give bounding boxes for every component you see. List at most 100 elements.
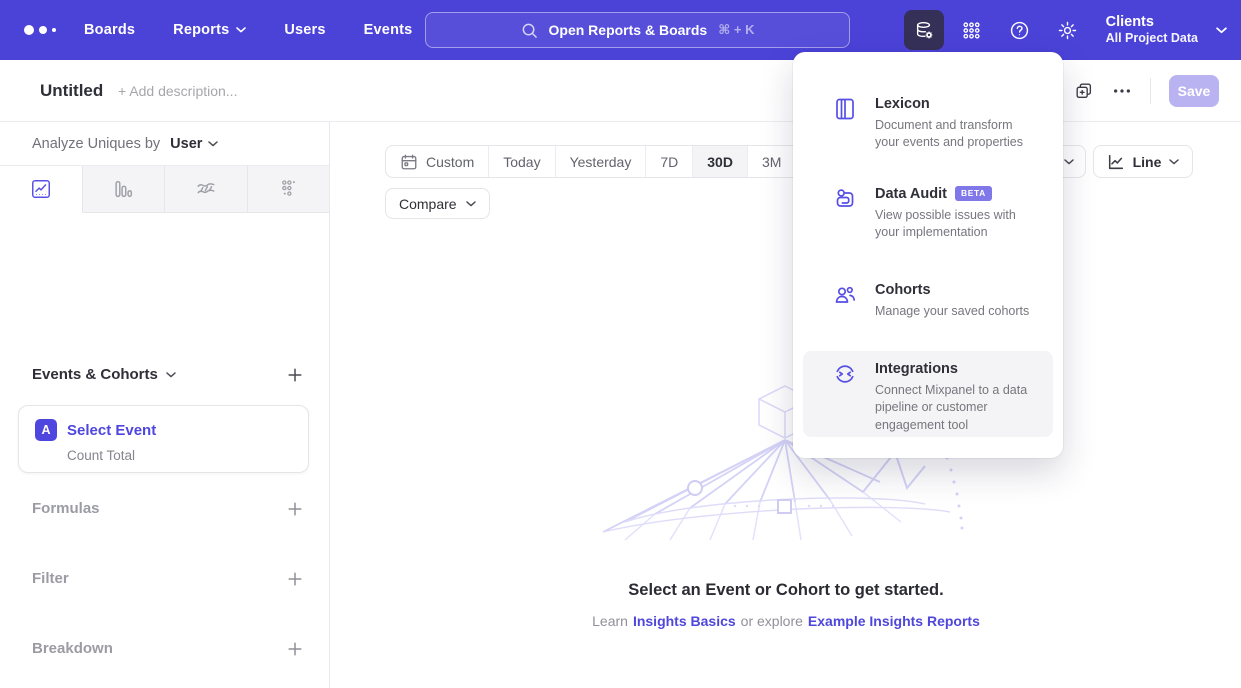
plus-icon	[287, 367, 303, 383]
save-button[interactable]: Save	[1169, 75, 1219, 107]
chevron-down-icon[interactable]	[166, 372, 176, 378]
help-icon	[1009, 20, 1030, 41]
help-button[interactable]	[1000, 10, 1040, 50]
bar-chart-icon	[112, 178, 134, 200]
search-icon	[521, 22, 538, 39]
insights-basics-link[interactable]: Insights Basics	[633, 613, 736, 629]
date-range-yesterday[interactable]: Yesterday	[556, 146, 647, 177]
filter-label: Filter	[32, 570, 69, 587]
query-builder-sidebar: Analyze Uniques by User	[0, 122, 330, 688]
add-event-button[interactable]	[287, 367, 303, 383]
add-breakdown-button[interactable]	[287, 641, 303, 657]
settings-button[interactable]	[1048, 10, 1088, 50]
nav-item-reports[interactable]: Reports	[173, 22, 246, 38]
learn-prefix: Learn	[592, 613, 628, 629]
add-formula-button[interactable]	[287, 501, 303, 517]
date-range-30d[interactable]: 30D	[693, 146, 748, 177]
nav-item-events[interactable]: Events	[364, 22, 413, 38]
plus-icon	[287, 571, 303, 587]
menu-item-integrations[interactable]: Integrations Connect Mixpanel to a data …	[803, 351, 1053, 437]
add-filter-button[interactable]	[287, 571, 303, 587]
data-audit-icon	[833, 187, 857, 211]
chevron-down-icon	[1216, 27, 1227, 34]
or-explore-text: or explore	[741, 613, 803, 629]
plus-icon	[287, 641, 303, 657]
date-range-7d[interactable]: 7D	[646, 146, 693, 177]
menu-item-data-audit[interactable]: Data Audit BETA View possible issues wit…	[803, 176, 1053, 252]
search-shortcut: ⌘ + K	[718, 22, 754, 38]
copy-plus-icon	[1074, 81, 1094, 101]
event-letter-badge: A	[35, 419, 57, 441]
duplicate-button[interactable]	[1074, 81, 1094, 101]
compare-dropdown[interactable]: Compare	[385, 188, 490, 219]
project-data-scope: All Project Data	[1106, 31, 1198, 47]
stacked-flow-icon	[195, 178, 217, 200]
events-cohorts-title: Events & Cohorts	[32, 366, 158, 383]
tab-line-chart[interactable]	[0, 166, 83, 213]
line-chart-icon	[1107, 153, 1125, 171]
events-cohorts-header: Events & Cohorts	[32, 366, 303, 383]
formulas-label: Formulas	[32, 500, 100, 517]
event-row-card[interactable]: A Select Event Count Total	[18, 405, 309, 473]
report-actions: Save	[1074, 60, 1219, 122]
lexicon-book-icon	[833, 97, 857, 121]
count-total-label[interactable]: Count Total	[67, 448, 292, 463]
grid-dots-icon	[962, 21, 981, 40]
chart-canvas: Custom Today Yesterday 7D 30D 3M 6M Comp…	[331, 122, 1241, 688]
visualization-tabs	[0, 165, 329, 213]
date-range-today[interactable]: Today	[489, 146, 555, 177]
tab-bar-chart[interactable]	[83, 166, 166, 213]
primary-nav: Boards Reports Users Events	[84, 0, 412, 60]
formulas-section: Formulas	[32, 500, 303, 517]
mixpanel-logo-icon[interactable]	[24, 0, 56, 60]
ellipsis-icon	[1112, 81, 1132, 101]
chevron-down-icon	[1169, 159, 1179, 165]
beta-badge: BETA	[955, 186, 992, 201]
report-title[interactable]: Untitled	[40, 60, 103, 122]
nav-item-boards[interactable]: Boards	[84, 22, 135, 38]
date-range-custom[interactable]: Custom	[386, 146, 489, 177]
search-placeholder: Open Reports & Boards	[549, 22, 708, 38]
chevron-down-icon	[208, 141, 218, 147]
filter-section: Filter	[32, 570, 303, 587]
empty-state-heading: Select an Event or Cohort to get started…	[331, 581, 1241, 600]
project-switcher[interactable]: Clients All Project Data	[1106, 13, 1198, 47]
data-management-menu: Lexicon Document and transform your even…	[793, 52, 1063, 458]
cohorts-people-icon	[833, 283, 857, 307]
apps-grid-button[interactable]	[952, 10, 992, 50]
chart-type-dropdown[interactable]: Line	[1093, 145, 1193, 178]
plus-icon	[287, 501, 303, 517]
chevron-down-icon	[236, 27, 246, 33]
nav-item-users[interactable]: Users	[284, 22, 325, 38]
project-switcher-chevron[interactable]	[1216, 27, 1227, 34]
chevron-down-icon	[466, 201, 476, 207]
analyze-value: User	[170, 136, 202, 152]
report-description-placeholder[interactable]: + Add description...	[118, 60, 237, 122]
global-search-button[interactable]: Open Reports & Boards ⌘ + K	[425, 12, 850, 48]
navbar-right-cluster: Clients All Project Data	[904, 0, 1227, 60]
integrations-sync-icon	[833, 362, 857, 386]
metric-dots-icon	[277, 178, 299, 200]
insights-report-page: Boards Reports Users Events Open Reports…	[0, 0, 1241, 688]
chevron-down-icon	[1064, 159, 1074, 165]
data-management-button[interactable]	[904, 10, 944, 50]
calendar-icon	[400, 153, 418, 171]
breakdown-label: Breakdown	[32, 640, 113, 657]
top-navbar: Boards Reports Users Events Open Reports…	[0, 0, 1241, 60]
more-options-button[interactable]	[1112, 81, 1132, 101]
line-chart-icon	[30, 178, 52, 200]
menu-item-cohorts[interactable]: Cohorts Manage your saved cohorts	[803, 272, 1053, 330]
menu-item-lexicon[interactable]: Lexicon Document and transform your even…	[803, 86, 1053, 162]
example-insights-reports-link[interactable]: Example Insights Reports	[808, 613, 980, 629]
select-event-label: Select Event	[67, 422, 156, 439]
project-name: Clients	[1106, 13, 1198, 31]
date-range-3m[interactable]: 3M	[748, 146, 796, 177]
date-range-control: Custom Today Yesterday 7D 30D 3M 6M	[385, 145, 845, 178]
tab-stacked-chart[interactable]	[165, 166, 248, 213]
analyze-label: Analyze Uniques by	[32, 136, 160, 152]
analyze-uniques-dropdown[interactable]: Analyze Uniques by User	[0, 122, 329, 165]
tab-metric-chart[interactable]	[248, 166, 330, 213]
empty-state-subtext: Learn Insights Basics or explore Example…	[331, 613, 1241, 629]
header-divider	[1150, 78, 1151, 104]
database-gear-icon	[914, 20, 934, 40]
